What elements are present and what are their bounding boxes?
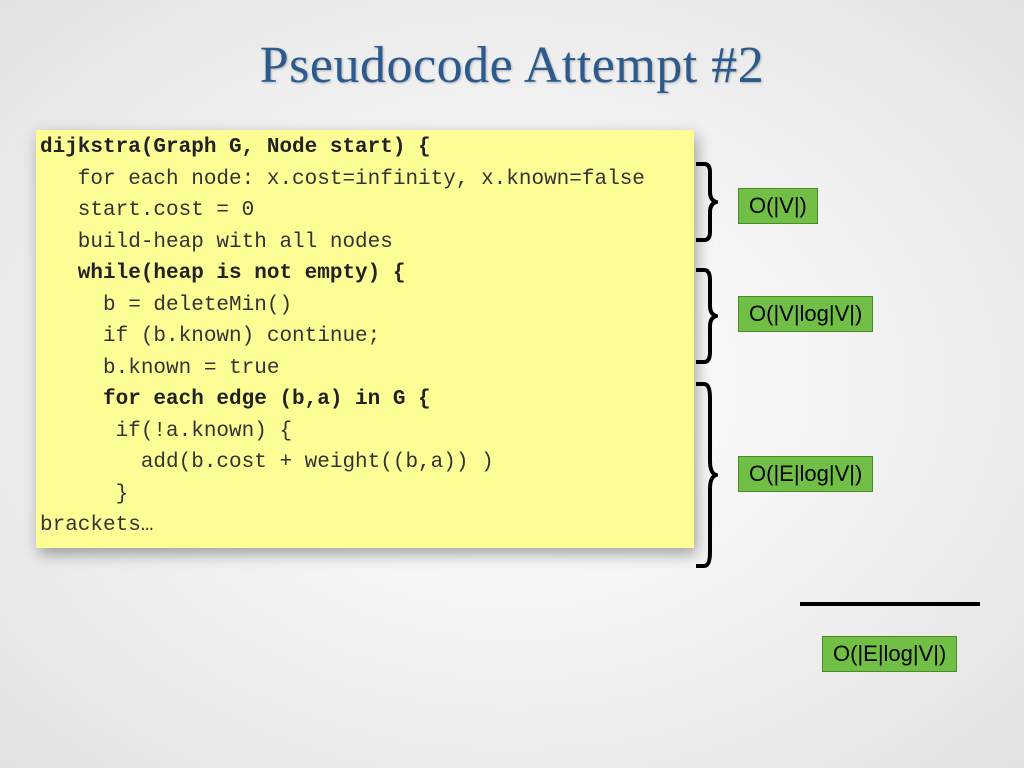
slide: Pseudocode Attempt #2 dijkstra(Graph G, … xyxy=(0,0,1024,768)
slide-title: Pseudocode Attempt #2 xyxy=(0,36,1024,95)
complexity-label: O(|E|log|V|) xyxy=(738,456,873,492)
code-line: for each edge (b,a) in G { xyxy=(40,388,431,411)
brace-icon xyxy=(692,162,718,242)
code-line: if(!a.known) { xyxy=(40,420,292,443)
divider-line xyxy=(800,602,980,606)
code-line: add(b.cost + weight((b,a)) ) xyxy=(40,451,494,474)
code-line: while(heap is not empty) { xyxy=(40,262,405,285)
complexity-total-label: O(|E|log|V|) xyxy=(822,636,957,672)
code-line: b = deleteMin() xyxy=(40,294,292,317)
code-line: } xyxy=(40,483,128,506)
pseudocode-block: dijkstra(Graph G, Node start) { for each… xyxy=(36,130,694,548)
code-line: b.known = true xyxy=(40,357,279,380)
brace-icon xyxy=(692,382,718,568)
code-line: for each node: x.cost=infinity, x.known=… xyxy=(40,168,645,191)
complexity-label: O(|V|) xyxy=(738,188,818,224)
code-line: if (b.known) continue; xyxy=(40,325,380,348)
code-line: build-heap with all nodes xyxy=(40,231,393,254)
code-line: brackets… xyxy=(40,514,153,537)
code-line: dijkstra(Graph G, Node start) { xyxy=(40,136,431,159)
code-line: start.cost = 0 xyxy=(40,199,254,222)
brace-icon xyxy=(692,268,718,364)
complexity-label: O(|V|log|V|) xyxy=(738,296,873,332)
